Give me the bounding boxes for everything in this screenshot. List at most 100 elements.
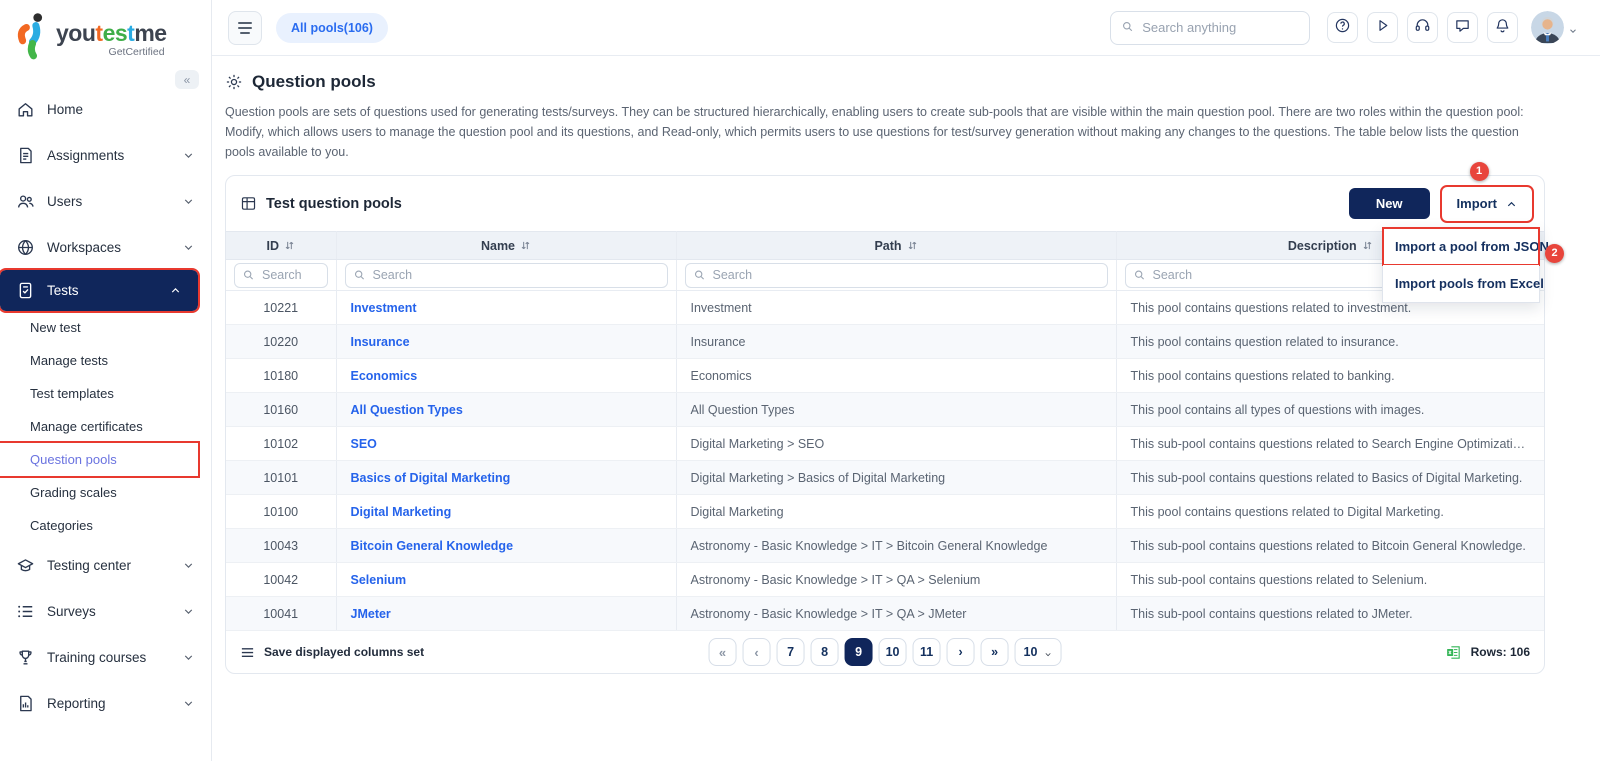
global-search[interactable]	[1110, 11, 1310, 45]
save-columns-button[interactable]: Save displayed columns set	[240, 645, 424, 660]
chevron-down-icon	[182, 697, 195, 710]
sidebar-item-workspaces[interactable]: Workspaces	[0, 224, 211, 270]
sidebar-item-label: Tests	[47, 283, 79, 298]
sidebar-item-label: New test	[30, 320, 81, 335]
gear-icon	[225, 73, 243, 91]
help-button[interactable]	[1327, 12, 1358, 43]
sidebar-item-home[interactable]: Home	[0, 86, 211, 132]
sidebar-item-training-courses[interactable]: Training courses	[0, 634, 211, 680]
topbar: All pools(106)	[212, 0, 1600, 56]
pool-link[interactable]: Basics of Digital Marketing	[351, 471, 511, 485]
sidebar-item-assignments[interactable]: Assignments	[0, 132, 211, 178]
table-row[interactable]: 10180EconomicsEconomicsThis pool contain…	[226, 359, 1544, 393]
path-search-input[interactable]	[685, 263, 1108, 288]
cell-name: Insurance	[336, 325, 676, 359]
sidebar-item-surveys[interactable]: Surveys	[0, 588, 211, 634]
cell-path: Astronomy - Basic Knowledge > IT > QA > …	[676, 563, 1116, 597]
sidebar-item-testing-center[interactable]: Testing center	[0, 542, 211, 588]
pool-link[interactable]: Economics	[351, 369, 418, 383]
table-row[interactable]: 10041JMeterAstronomy - Basic Knowledge >…	[226, 597, 1544, 631]
table-row[interactable]: 10042SeleniumAstronomy - Basic Knowledge…	[226, 563, 1544, 597]
first-page-button[interactable]: «	[709, 638, 737, 666]
annotation-badge-1: 1	[1470, 162, 1489, 181]
play-button[interactable]	[1367, 12, 1398, 43]
cell-name: Investment	[336, 291, 676, 325]
last-page-button[interactable]: »	[981, 638, 1009, 666]
sidebar-item-test-templates[interactable]: Test templates	[0, 377, 198, 410]
name-search-input[interactable]	[345, 263, 668, 288]
chevron-down-icon	[1043, 648, 1052, 657]
page-button-8[interactable]: 8	[811, 638, 839, 666]
menu-item-import-pool-json[interactable]: Import a pool from JSON	[1383, 228, 1539, 265]
page-button-10[interactable]: 10	[879, 638, 907, 666]
avatar[interactable]	[1531, 11, 1564, 44]
help-icon	[1334, 17, 1351, 39]
sort-icon[interactable]	[1362, 240, 1373, 251]
cell-name: SEO	[336, 427, 676, 461]
column-header-name[interactable]: Name	[336, 232, 676, 260]
new-button[interactable]: New	[1349, 188, 1430, 219]
page-button-11[interactable]: 11	[913, 638, 941, 666]
sidebar-item-users[interactable]: Users	[0, 178, 211, 224]
page-button-7[interactable]: 7	[777, 638, 805, 666]
sidebar-item-manage-tests[interactable]: Manage tests	[0, 344, 198, 377]
sidebar-item-new-test[interactable]: New test	[0, 311, 198, 344]
pool-link[interactable]: Selenium	[351, 573, 407, 587]
pool-link[interactable]: All Question Types	[351, 403, 463, 417]
sort-icon[interactable]	[520, 240, 531, 251]
user-menu[interactable]	[1531, 11, 1578, 44]
sidebar-item-reporting[interactable]: Reporting	[0, 680, 211, 726]
pool-link[interactable]: SEO	[351, 437, 377, 451]
table-row[interactable]: 10100Digital MarketingDigital MarketingT…	[226, 495, 1544, 529]
cell-path: Astronomy - Basic Knowledge > IT > QA > …	[676, 597, 1116, 631]
sidebar-item-grading-scales[interactable]: Grading scales	[0, 476, 198, 509]
page-size-select[interactable]: 10	[1015, 638, 1062, 666]
support-button[interactable]	[1407, 12, 1438, 43]
notifications-button[interactable]	[1487, 12, 1518, 43]
column-header-id[interactable]: ID	[226, 232, 336, 260]
import-button[interactable]: Import	[1444, 189, 1530, 219]
table-row[interactable]: 10102SEODigital Marketing > SEOThis sub-…	[226, 427, 1544, 461]
sidebar-item-label: Manage tests	[30, 353, 108, 368]
sort-icon[interactable]	[907, 240, 918, 251]
table-row[interactable]: 10160All Question TypesAll Question Type…	[226, 393, 1544, 427]
annotation-badge-2: 2	[1545, 244, 1564, 263]
next-page-button[interactable]: ›	[947, 638, 975, 666]
sidebar-item-tests[interactable]: Tests	[0, 270, 198, 311]
table-icon	[240, 195, 257, 212]
cell-description: This sub-pool contains questions related…	[1116, 563, 1544, 597]
cell-name: Economics	[336, 359, 676, 393]
pool-link[interactable]: Digital Marketing	[351, 505, 452, 519]
pool-link[interactable]: Investment	[351, 301, 417, 315]
prev-page-button[interactable]: ‹	[743, 638, 771, 666]
chevron-down-icon	[182, 559, 195, 572]
table-row[interactable]: 10043Bitcoin General KnowledgeAstronomy …	[226, 529, 1544, 563]
menu-toggle-button[interactable]	[228, 11, 262, 45]
cell-id: 10100	[226, 495, 336, 529]
table-row[interactable]: 10101Basics of Digital MarketingDigital …	[226, 461, 1544, 495]
column-header-path[interactable]: Path	[676, 232, 1116, 260]
sidebar-item-categories[interactable]: Categories	[0, 509, 198, 542]
sidebar-item-label: Home	[47, 102, 83, 117]
cell-id: 10221	[226, 291, 336, 325]
tests-icon	[16, 281, 35, 300]
chat-button[interactable]	[1447, 12, 1478, 43]
chevron-down-icon	[182, 605, 195, 618]
table-row[interactable]: 10220InsuranceInsuranceThis pool contain…	[226, 325, 1544, 359]
excel-export-icon[interactable]	[1445, 644, 1462, 661]
cell-description: This sub-pool contains questions related…	[1116, 427, 1544, 461]
app-root: youtestme GetCertified « HomeAssignments…	[0, 0, 1600, 761]
cell-id: 10160	[226, 393, 336, 427]
page-button-9[interactable]: 9	[845, 638, 873, 666]
cell-name: Digital Marketing	[336, 495, 676, 529]
table-row[interactable]: 10221InvestmentInvestmentThis pool conta…	[226, 291, 1544, 325]
menu-item-import-pools-excel[interactable]: Import pools from Excel	[1383, 265, 1539, 302]
sort-icon[interactable]	[284, 240, 295, 251]
pool-link[interactable]: JMeter	[351, 607, 391, 621]
pool-link[interactable]: Bitcoin General Knowledge	[351, 539, 514, 553]
sidebar-item-manage-certificates[interactable]: Manage certificates	[0, 410, 198, 443]
all-pools-chip[interactable]: All pools(106)	[276, 13, 388, 43]
global-search-input[interactable]	[1142, 20, 1299, 35]
pool-link[interactable]: Insurance	[351, 335, 410, 349]
sidebar-item-question-pools[interactable]: Question pools	[0, 443, 198, 476]
